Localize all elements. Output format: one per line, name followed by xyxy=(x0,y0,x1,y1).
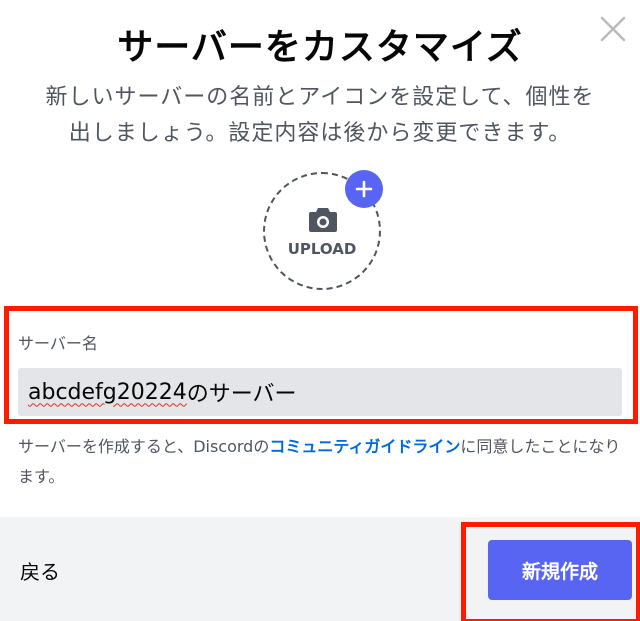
terms-prefix: サーバーを作成すると、Discordの xyxy=(18,437,270,456)
customize-server-modal: サーバーをカスタマイズ 新しいサーバーの名前とアイコンを設定して、個性を 出しま… xyxy=(0,0,640,621)
subtitle-line-2: 出しましょう。設定内容は後から変更できます。 xyxy=(68,121,572,146)
subtitle-line-1: 新しいサーバーの名前とアイコンを設定して、個性を xyxy=(45,85,595,110)
modal-title: サーバーをカスタマイズ xyxy=(117,27,523,68)
server-name-input[interactable]: abcdefg20224 のサーバー xyxy=(18,368,622,416)
back-button[interactable]: 戻る xyxy=(20,548,60,593)
camera-icon xyxy=(309,208,337,232)
server-name-suffix-text: のサーバー xyxy=(186,382,297,407)
modal-subtitle: 新しいサーバーの名前とアイコンを設定して、個性を 出しましょう。設定内容は後から… xyxy=(20,80,620,152)
plus-badge xyxy=(345,170,383,208)
server-name-label: サーバー名 xyxy=(18,334,98,353)
community-guidelines-link[interactable]: コミュニティガイドライン xyxy=(269,437,460,456)
upload-label: UPLOAD xyxy=(287,240,357,258)
terms-notice: サーバーを作成すると、Discordのコミュニティガイドラインに同意したことにな… xyxy=(18,432,628,492)
server-name-typed-text: abcdefg20224 xyxy=(28,379,187,405)
upload-icon-button[interactable]: UPLOAD xyxy=(263,170,383,290)
create-button[interactable]: 新規作成 xyxy=(488,540,632,600)
plus-icon xyxy=(355,180,373,198)
